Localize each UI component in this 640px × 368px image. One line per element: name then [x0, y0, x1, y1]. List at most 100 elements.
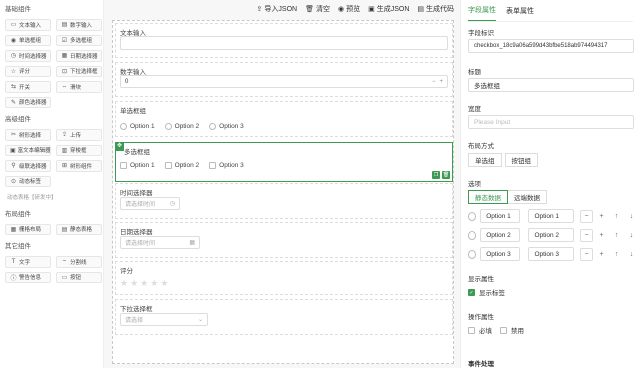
minus-icon[interactable]: − [580, 228, 594, 242]
minus-icon[interactable]: − [580, 209, 594, 223]
star-icon[interactable]: ★ [150, 278, 158, 289]
remote-data-button[interactable]: 远端数据 [508, 190, 547, 204]
component-item[interactable]: ☑ 多选框组 [56, 34, 102, 46]
number-input-field[interactable]: 数字输入 0 − + [115, 62, 453, 97]
plus-icon[interactable]: + [595, 210, 608, 223]
checkbox-option[interactable]: Option 3 [209, 161, 244, 169]
title-input[interactable]: 多选框组 [468, 78, 634, 92]
component-item[interactable]: ▤ 数字输入 [56, 19, 102, 31]
minus-icon[interactable]: − [432, 79, 436, 85]
arrow-down-icon[interactable]: ↓ [625, 229, 638, 242]
component-item[interactable]: ☆ 评分 [5, 65, 51, 77]
component-item[interactable]: ⓘ 警告信息 [5, 271, 51, 283]
component-item[interactable]: ▤ 静态表格 [56, 223, 102, 235]
field-id-input[interactable]: checkbox_18c9a06a599d43bfbe518ab97449431… [468, 39, 634, 53]
show-label-text: 显示标签 [479, 290, 505, 297]
generate-code-button[interactable]: ▤ 生成代码 [417, 4, 454, 14]
component-item[interactable]: ⊡ 下拉选择框 [56, 65, 102, 77]
radio-option[interactable]: Option 1 [120, 122, 155, 130]
date-picker-field[interactable]: 日期选择器 请选择时间 ▦ [115, 222, 453, 258]
show-label-checkbox[interactable]: ✓ 显示标签 [468, 287, 634, 297]
option-default-radio[interactable] [468, 230, 477, 240]
checkbox-option[interactable]: Option 1 [120, 161, 155, 169]
component-item[interactable]: ⇪ 上传 [56, 129, 102, 141]
component-item[interactable]: T 文字 [5, 256, 51, 268]
option-value-input[interactable]: Option 2 [528, 228, 575, 242]
drag-handle-icon[interactable]: ✥ [115, 142, 124, 151]
option-label-input[interactable]: Option 3 [480, 247, 521, 261]
component-item[interactable]: ▭ 按钮 [56, 271, 102, 283]
option-default-radio[interactable] [468, 249, 477, 259]
component-item[interactable]: ▦ 日期选择器 [56, 50, 102, 62]
star-icon[interactable]: ★ [120, 278, 128, 289]
rate-field[interactable]: 评分 ★ ★ ★ ★ ★ [115, 261, 453, 295]
select-input[interactable]: 请选择 ⌄ [120, 313, 208, 326]
tab-form-props[interactable]: 表单属性 [506, 6, 534, 21]
disabled-checkbox[interactable]: 禁用 [500, 325, 524, 335]
checkbox-option[interactable]: Option 2 [164, 161, 199, 169]
star-icon[interactable]: ★ [130, 278, 138, 289]
radio-group-field[interactable]: 单选框组 Option 1 Option 2 Option 3 [115, 101, 453, 137]
component-item[interactable]: ▥ 穿梭框 [56, 144, 102, 156]
option-value-input[interactable]: Option 1 [528, 209, 575, 223]
required-checkbox[interactable]: 必填 [468, 325, 492, 335]
component-icon: ⓘ [10, 275, 17, 282]
checkbox-group-field[interactable]: ✥ 多选框组 Option 1 Option 2 Option 3 ❐ 🗑 [115, 142, 453, 182]
tab-field-props[interactable]: 字段属性 [468, 5, 496, 21]
component-grid: ▦ 栅格布局 ▤ 静态表格 [5, 223, 102, 235]
arrow-down-icon[interactable]: ↓ [625, 248, 638, 261]
preview-button[interactable]: ◉ 预览 [338, 4, 360, 14]
plus-icon[interactable]: + [595, 229, 608, 242]
component-item[interactable]: ▣ 富文本编辑器 [5, 144, 51, 156]
arrow-up-icon[interactable]: ↑ [610, 229, 623, 242]
time-picker-input[interactable]: 请选择时间 ◷ [120, 197, 180, 210]
component-item[interactable]: ⇆ 开关 [5, 81, 51, 93]
text-input-field[interactable]: 文本输入 [115, 23, 453, 58]
form-canvas[interactable]: 文本输入 数字输入 0 − + 单选框组 Option 1 Option 2 Opti… [112, 20, 454, 364]
rating-stars[interactable]: ★ ★ ★ ★ ★ [120, 277, 448, 289]
layout-radio-button[interactable]: 单选组 [468, 153, 502, 167]
arrow-down-icon[interactable]: ↓ [625, 210, 638, 223]
arrow-up-icon[interactable]: ↑ [610, 210, 623, 223]
import-json-button[interactable]: ⇪ 导入JSON [257, 4, 298, 14]
component-item[interactable]: ⚲ 级联选择器 [5, 160, 51, 172]
component-item[interactable]: ▦ 栅格布局 [5, 223, 51, 235]
component-item[interactable]: ⊞ 树形组件 [56, 160, 102, 172]
component-item[interactable]: ◷ 时间选择器 [5, 50, 51, 62]
static-data-button[interactable]: 静态数据 [468, 190, 508, 204]
time-picker-field[interactable]: 时间选择器 请选择时间 ◷ [115, 183, 453, 219]
date-picker-input[interactable]: 请选择时间 ▦ [120, 236, 200, 249]
component-item[interactable]: ⇔ 滑块 [56, 81, 102, 93]
arrow-up-icon[interactable]: ↑ [610, 248, 623, 261]
radio-option[interactable]: Option 3 [209, 122, 244, 130]
star-icon[interactable]: ★ [160, 278, 168, 289]
option-default-radio[interactable] [468, 211, 477, 221]
component-item[interactable]: ▭ 文本输入 [5, 19, 51, 31]
clear-button[interactable]: 🗑 清空 [305, 4, 330, 14]
width-input[interactable]: Please Input [468, 115, 634, 129]
component-item[interactable]: ◉ 单选框组 [5, 34, 51, 46]
component-item[interactable]: ⊙ 动态标签 [5, 175, 51, 187]
select-field[interactable]: 下拉选择框 请选择 ⌄ [115, 299, 453, 335]
delete-icon[interactable]: 🗑 [442, 171, 450, 179]
text-input[interactable] [120, 36, 448, 50]
option-value-input[interactable]: Option 3 [528, 247, 575, 261]
copy-icon[interactable]: ❐ [432, 171, 440, 179]
component-item[interactable]: ⎯ 分割线 [56, 256, 102, 268]
option-row: Option 2 Option 2− + ↑ ↓ [468, 228, 638, 242]
generate-json-button[interactable]: ▣ 生成JSON [368, 4, 409, 14]
layout-button-group-button[interactable]: 按钮组 [504, 153, 538, 167]
component-icon: ⇪ [61, 132, 68, 139]
component-label: 数字输入 [70, 22, 93, 29]
radio-option-label: Option 2 [174, 122, 200, 130]
component-item[interactable]: ✎ 颜色选择器 [5, 96, 51, 108]
component-item[interactable]: ✂ 树形选择 [5, 129, 51, 141]
option-label-input[interactable]: Option 1 [480, 209, 521, 223]
number-input[interactable]: 0 − + [120, 75, 448, 88]
option-label-input[interactable]: Option 2 [480, 228, 521, 242]
minus-icon[interactable]: − [580, 247, 594, 261]
star-icon[interactable]: ★ [140, 278, 148, 289]
radio-option[interactable]: Option 2 [164, 122, 200, 130]
plus-icon[interactable]: + [595, 248, 608, 261]
plus-icon[interactable]: + [439, 79, 443, 85]
